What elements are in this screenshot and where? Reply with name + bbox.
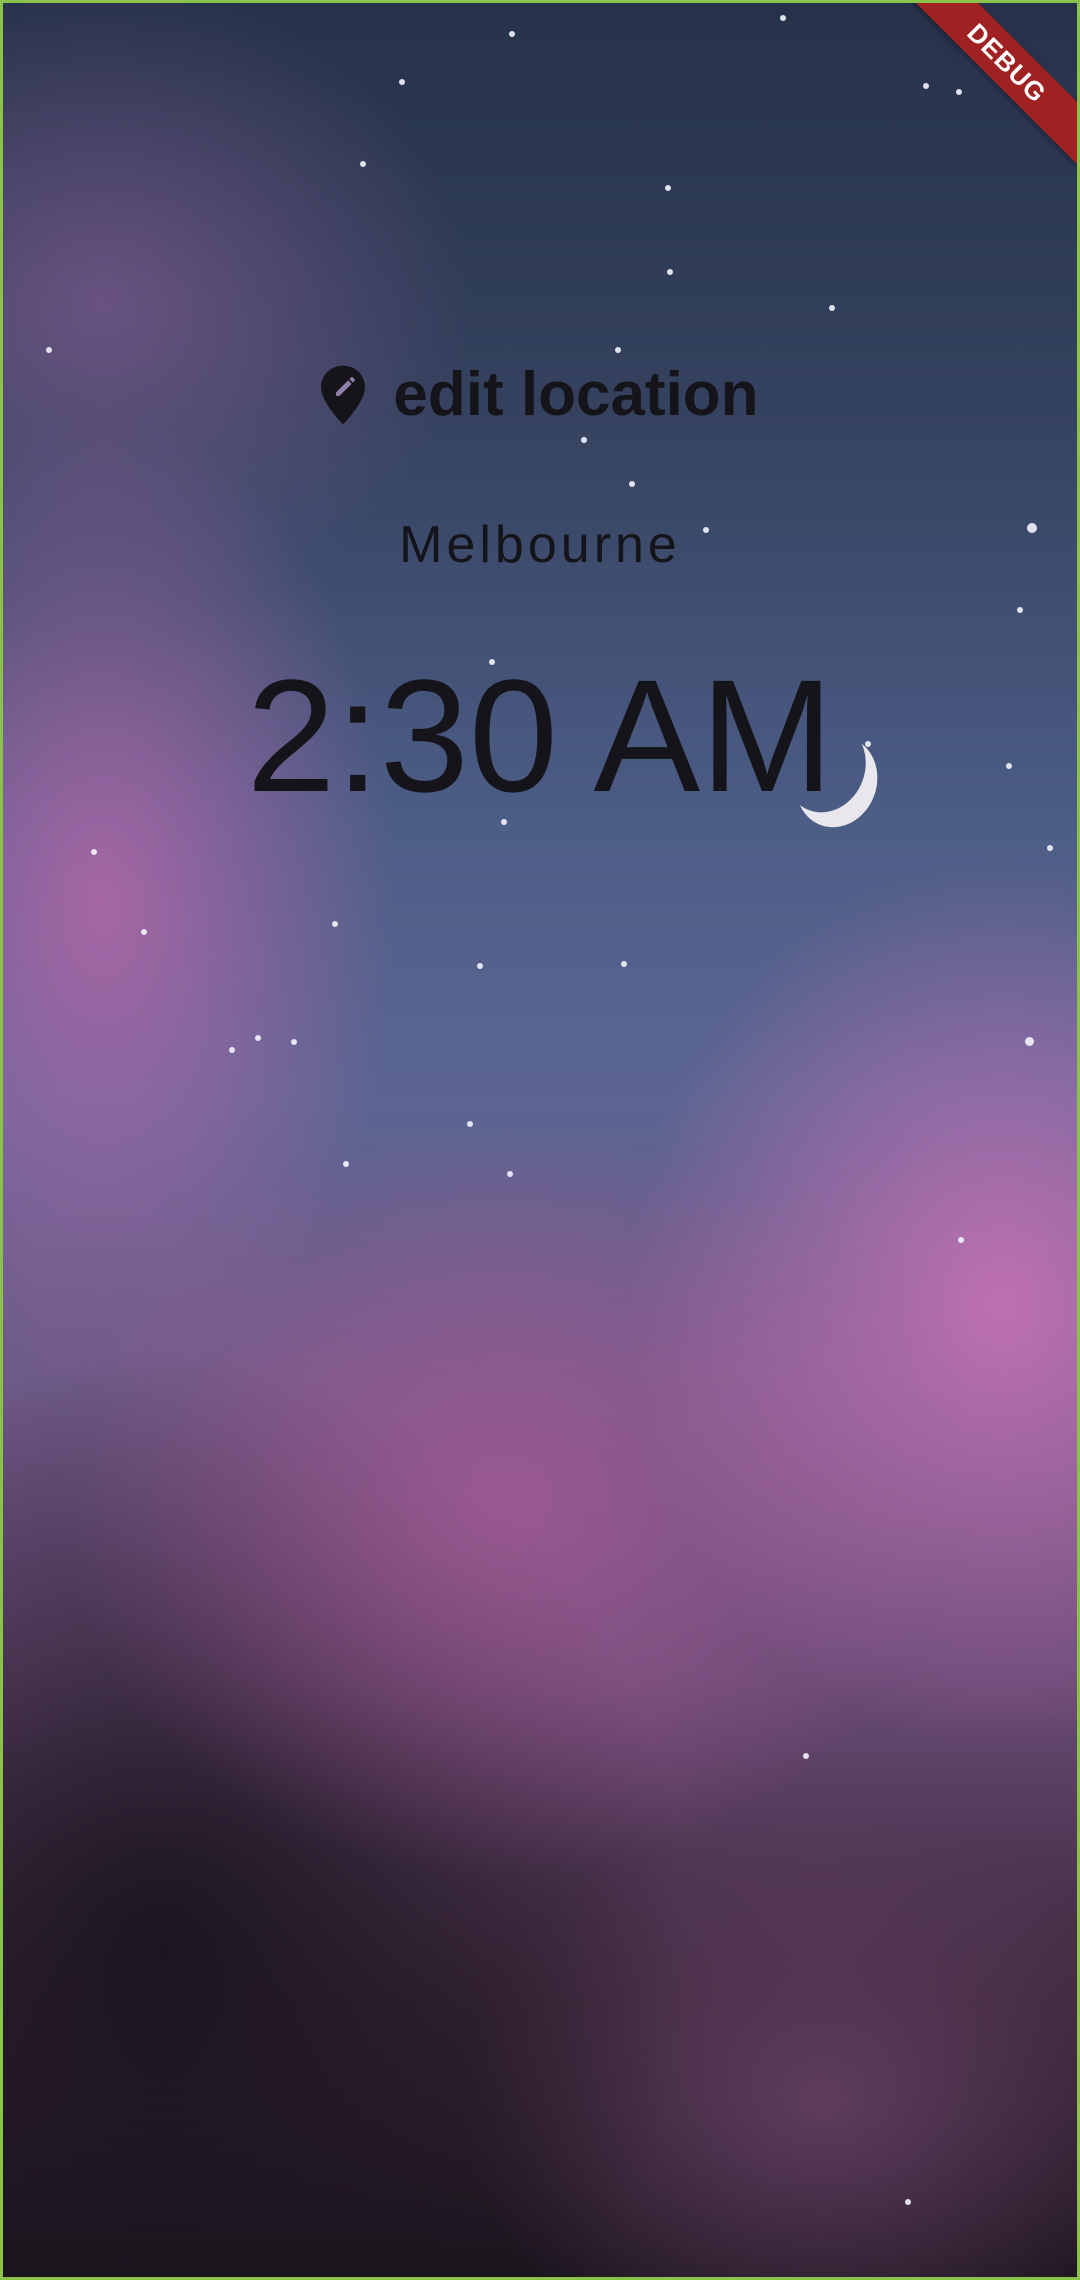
app-screen: DEBUG edit location Melbourne 2:30 AM xyxy=(0,0,1080,2280)
city-name: Melbourne xyxy=(399,516,681,574)
edit-location-button[interactable]: edit location xyxy=(3,359,1077,431)
current-time: 2:30 AM xyxy=(246,646,834,825)
edit-location-label: edit location xyxy=(393,360,759,429)
edit-location-icon xyxy=(321,365,366,425)
